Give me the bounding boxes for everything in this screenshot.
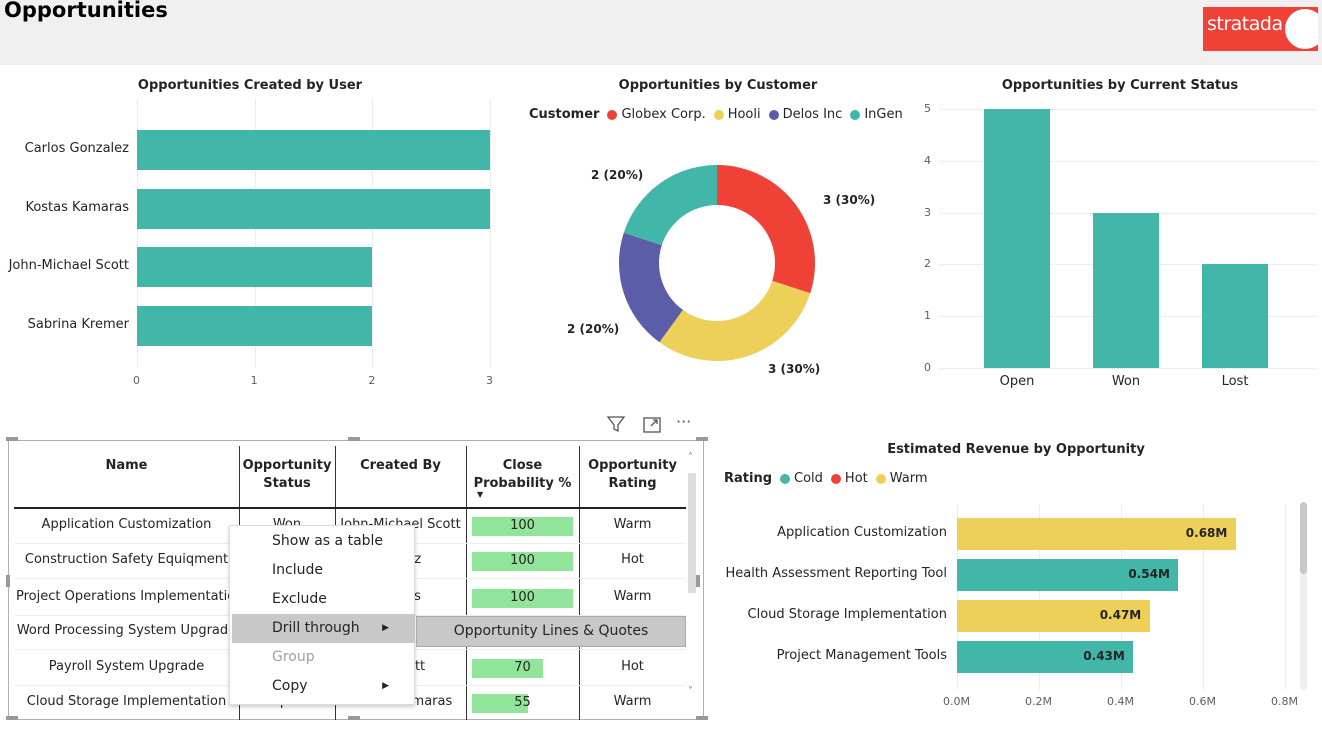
resize-handle[interactable] <box>696 575 700 587</box>
category-label: Application Customization <box>777 525 947 540</box>
bar[interactable] <box>137 247 373 287</box>
revenue-scrollbar[interactable] <box>1300 502 1307 690</box>
close-probability[interactable]: 100 <box>472 518 573 533</box>
column-header[interactable]: Opportunity Rating <box>579 446 686 508</box>
resize-handle[interactable] <box>696 437 708 441</box>
value-label: 0.47M <box>1099 608 1142 622</box>
bar[interactable] <box>1202 264 1268 368</box>
gridline <box>940 368 1315 369</box>
x-tick: 2 <box>368 374 376 387</box>
resize-handle[interactable] <box>6 716 18 720</box>
x-tick: 0 <box>133 374 140 387</box>
value-label: 0.43M <box>1083 649 1125 663</box>
table-cell[interactable]: Word Processing System Upgrade <box>16 623 237 638</box>
x-tick: 0.0M <box>943 695 970 708</box>
category-label: Lost <box>1221 374 1249 389</box>
menu-drill-through[interactable]: Drill through ▶ <box>232 614 415 643</box>
table-cell[interactable]: Hot <box>579 552 686 567</box>
resize-handle[interactable] <box>696 716 708 720</box>
table-cell[interactable]: Project Operations Implementation <box>16 589 237 604</box>
resize-handle[interactable] <box>6 437 18 441</box>
category-label: Carlos Gonzalez <box>24 141 129 156</box>
category-label: Won <box>1111 374 1141 389</box>
donut-slice[interactable] <box>659 280 811 361</box>
y-tick: 3 <box>924 205 931 219</box>
value-label: 0.54M <box>1128 567 1170 581</box>
close-probability[interactable]: 55 <box>472 695 573 710</box>
category-label: Sabrina Kremer <box>27 317 129 332</box>
sort-desc-icon[interactable]: ▼ <box>477 490 483 499</box>
chart-title-revenue: Estimated Revenue by Opportunity <box>887 442 1145 457</box>
chart-title-status: Opportunities by Current Status <box>1001 78 1239 93</box>
rating-legend: Rating Cold Hot Warm <box>724 471 928 486</box>
category-label: Kostas Kamaras <box>25 200 129 215</box>
x-tick: 0.8M <box>1271 695 1298 708</box>
y-tick: 5 <box>924 102 931 115</box>
x-tick: 0.6M <box>1189 695 1216 708</box>
category-label: Health Assessment Reporting Tool <box>725 566 947 581</box>
menu-group: Group <box>272 649 315 665</box>
submenu-opportunity-lines-quotes[interactable]: Opportunity Lines & Quotes <box>416 616 686 647</box>
table-scrollbar[interactable] <box>688 473 696 593</box>
bar[interactable] <box>984 109 1050 368</box>
filter-icon[interactable] <box>606 414 626 439</box>
column-divider <box>579 446 580 720</box>
resize-handle[interactable] <box>348 716 360 720</box>
y-tick: 1 <box>924 309 931 323</box>
table-cell[interactable]: Warm <box>579 589 686 604</box>
gridline <box>490 100 491 368</box>
column-divider <box>466 446 467 720</box>
table-cell[interactable]: Construction Safety Equiqment <box>16 552 237 567</box>
more-options-icon[interactable]: ··· <box>676 412 691 431</box>
x-tick: 0.4M <box>1107 695 1134 708</box>
menu-show-as-table[interactable]: Show as a table <box>230 527 415 556</box>
category-label: Cloud Storage Implementation <box>747 607 948 622</box>
resize-handle[interactable] <box>348 437 360 441</box>
chevron-right-icon: ▶ <box>382 623 389 633</box>
y-tick: 0 <box>924 361 931 374</box>
scroll-down-icon[interactable]: ˅ <box>688 686 693 697</box>
table-cell[interactable]: Payroll System Upgrade <box>16 659 237 674</box>
value-label: 0.68M <box>1185 526 1228 540</box>
x-tick: 0.2M <box>1025 695 1052 708</box>
slice-label: 3 (30%) <box>823 193 876 207</box>
table-cell[interactable]: Hot <box>579 659 686 674</box>
bar[interactable] <box>137 130 490 170</box>
slice-label: 2 (20%) <box>567 322 620 336</box>
close-probability[interactable]: 100 <box>472 553 573 568</box>
close-probability[interactable]: 70 <box>472 660 573 675</box>
menu-include[interactable]: Include <box>230 556 415 585</box>
bar[interactable] <box>1093 212 1159 368</box>
slice-label: 3 (30%) <box>768 362 821 376</box>
menu-copy[interactable]: Copy ▶ <box>230 672 415 701</box>
bar[interactable] <box>137 306 373 346</box>
category-label: Project Management Tools <box>776 648 947 663</box>
category-label: Open <box>999 374 1035 389</box>
slice-label: 2 (20%) <box>591 168 644 182</box>
donut-slice[interactable] <box>717 165 815 294</box>
column-header[interactable]: Created By <box>335 446 466 508</box>
resize-handle[interactable] <box>6 575 10 587</box>
gridline <box>1285 505 1286 690</box>
context-menu: Show as a table Include Exclude Drill th… <box>229 525 415 705</box>
category-label: John-Michael Scott <box>8 258 129 273</box>
y-tick: 2 <box>924 257 931 271</box>
table-cell[interactable]: Application Customization <box>16 517 237 532</box>
bar[interactable] <box>137 189 490 229</box>
x-tick: 1 <box>250 374 258 387</box>
close-probability[interactable]: 100 <box>472 590 573 605</box>
focus-mode-icon[interactable] <box>642 415 662 439</box>
column-header[interactable]: Opportunity Status <box>239 446 335 508</box>
x-tick: 3 <box>486 374 493 387</box>
column-header[interactable]: Name <box>14 446 239 508</box>
scroll-up-icon[interactable]: ˄ <box>688 452 693 463</box>
table-cell[interactable]: Warm <box>579 517 686 532</box>
menu-exclude[interactable]: Exclude <box>230 585 415 614</box>
table-cell[interactable]: Cloud Storage Implementation <box>16 694 237 709</box>
chevron-right-icon: ▶ <box>382 681 389 691</box>
table-cell[interactable]: Warm <box>579 694 686 709</box>
header-divider <box>14 507 686 509</box>
y-tick: 4 <box>924 153 931 167</box>
